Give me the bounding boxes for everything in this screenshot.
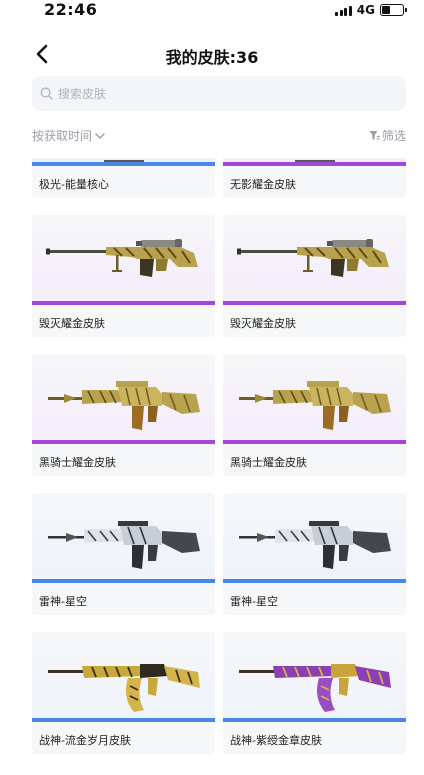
- rarity-bar: [223, 579, 406, 583]
- ak-rifle-icon: [239, 664, 391, 712]
- assault-rifle-icon: [239, 521, 391, 569]
- skin-card[interactable]: 战神-紫绶金章皮肤: [223, 632, 406, 754]
- skin-image: [32, 158, 215, 166]
- status-time: 22:46: [44, 0, 98, 19]
- rarity-bar: [223, 440, 406, 444]
- sniper-rifle-icon: [237, 239, 389, 277]
- skin-name: 毁灭耀金皮肤: [230, 317, 296, 330]
- skin-card[interactable]: 黑骑士耀金皮肤: [223, 354, 406, 476]
- ak-rifle-icon: [48, 664, 200, 712]
- skin-card[interactable]: 战神-流金岁月皮肤: [32, 632, 215, 754]
- rarity-bar: [223, 718, 406, 722]
- skin-name: 雷神-星空: [230, 595, 278, 608]
- skin-card[interactable]: 黑骑士耀金皮肤: [32, 354, 215, 476]
- skin-name: 雷神-星空: [39, 595, 87, 608]
- search-icon: [40, 87, 53, 100]
- skin-card[interactable]: 极光-能量核心: [32, 158, 215, 198]
- rarity-bar: [223, 162, 406, 166]
- skin-image: [223, 215, 406, 305]
- network-type: 4G: [356, 3, 375, 17]
- signal-icon: [335, 5, 352, 16]
- skin-name: 极光-能量核心: [39, 178, 109, 191]
- skin-name: 无影耀金皮肤: [230, 178, 296, 191]
- filter-icon: [369, 131, 380, 140]
- filter-bar: 按获取时间 筛选: [32, 127, 406, 145]
- battery-icon: [380, 4, 407, 16]
- skin-image: [32, 493, 215, 583]
- skin-card[interactable]: 毁灭耀金皮肤: [223, 215, 406, 337]
- assault-rifle-icon: [48, 521, 200, 569]
- rarity-bar: [32, 579, 215, 583]
- status-icons: 4G: [335, 3, 407, 17]
- skin-image: [32, 215, 215, 305]
- skin-grid: 极光-能量核心 无影耀金皮肤 毁灭耀金皮肤 毁灭耀金皮肤 黑骑士耀金皮肤 黑骑士…: [0, 158, 424, 775]
- skin-name: 毁灭耀金皮肤: [39, 317, 105, 330]
- rarity-bar: [223, 301, 406, 305]
- filter-button[interactable]: 筛选: [369, 127, 406, 144]
- search-input[interactable]: [58, 86, 378, 101]
- rarity-bar: [32, 162, 215, 166]
- rarity-bar: [32, 718, 215, 722]
- assault-rifle-icon: [239, 381, 391, 430]
- chevron-down-icon: [95, 132, 105, 139]
- skin-image: [223, 493, 406, 583]
- sniper-rifle-icon: [46, 239, 198, 277]
- skin-name: 战神-流金岁月皮肤: [39, 734, 131, 747]
- search-bar[interactable]: [32, 76, 406, 111]
- assault-rifle-icon: [48, 381, 200, 430]
- skin-name: 战神-紫绶金章皮肤: [230, 734, 322, 747]
- skin-image: [32, 354, 215, 444]
- filter-label: 筛选: [381, 129, 406, 143]
- skin-image: [223, 632, 406, 722]
- skin-card[interactable]: 雷神-星空: [223, 493, 406, 615]
- sort-label: 按获取时间: [32, 129, 93, 143]
- skin-image: [223, 158, 406, 166]
- status-bar: 22:46 4G: [0, 0, 424, 22]
- skin-card[interactable]: 无影耀金皮肤: [223, 158, 406, 198]
- skin-card[interactable]: 雷神-星空: [32, 493, 215, 615]
- skin-name: 黑骑士耀金皮肤: [230, 456, 307, 469]
- skin-card[interactable]: 毁灭耀金皮肤: [32, 215, 215, 337]
- nav-bar: 我的皮肤:36: [0, 36, 424, 72]
- skin-image: [32, 632, 215, 722]
- rarity-bar: [32, 301, 215, 305]
- skin-image: [223, 354, 406, 444]
- sort-dropdown[interactable]: 按获取时间: [32, 127, 106, 144]
- rarity-bar: [32, 440, 215, 444]
- skin-name: 黑骑士耀金皮肤: [39, 456, 116, 469]
- page-title: 我的皮肤:36: [165, 48, 259, 67]
